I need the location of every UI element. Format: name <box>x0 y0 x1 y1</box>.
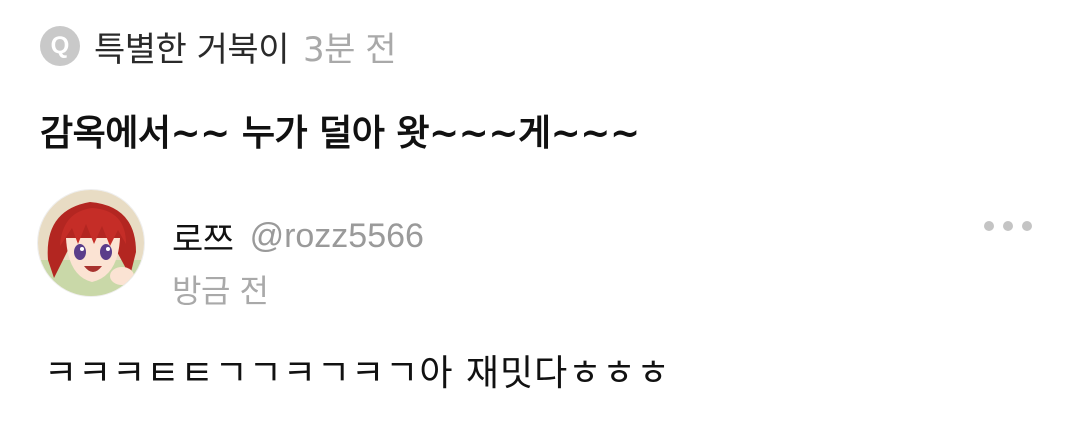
answerer-handle[interactable]: @rozz5566 <box>250 217 424 256</box>
anime-character-avatar-icon <box>38 190 144 296</box>
dot <box>984 221 994 231</box>
dot <box>1022 221 1032 231</box>
question-text: 감옥에서~~ 누가 덜아 왓~~~게~~~ <box>40 113 640 154</box>
answerer-name[interactable]: 로쯔 <box>172 212 234 261</box>
dot <box>1003 221 1013 231</box>
question-badge-icon: Q <box>40 26 80 66</box>
answerer-row: 로쯔 @rozz5566 <box>172 212 424 260</box>
question-header: Q 특별한 거북이 3분 전 <box>40 22 397 71</box>
answer-time: 방금 전 <box>172 272 269 310</box>
asked-time: 3분 전 <box>303 29 397 70</box>
answer-text: ㅋㅋㅋㅌㅌㄱㄱㅋㄱㅋㄱ아 재밋다ㅎㅎㅎ <box>44 353 671 394</box>
more-dots-icon[interactable] <box>984 214 1032 238</box>
avatar[interactable] <box>38 190 144 296</box>
asker-name[interactable]: 특별한 거북이 <box>94 22 290 71</box>
